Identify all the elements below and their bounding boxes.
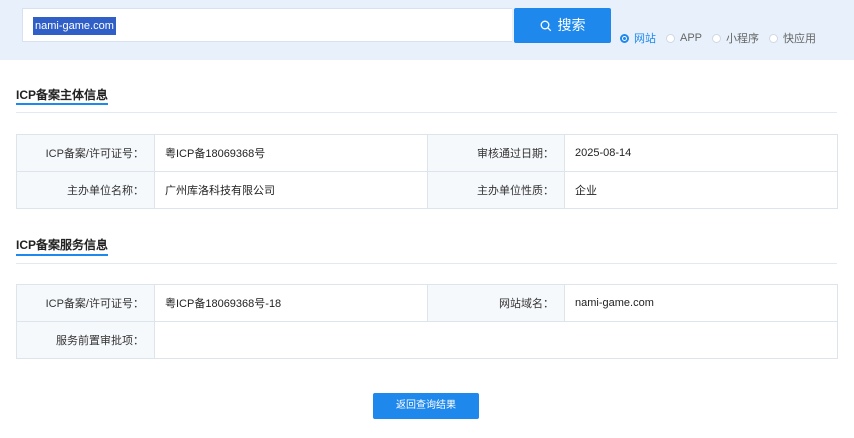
radio-dot (666, 33, 675, 43)
radio-label: 小程序 (726, 33, 760, 45)
radio-label: 网站 (634, 33, 656, 45)
search-input[interactable]: nami-game.com (22, 8, 512, 42)
section-title-main: ICP备案主体信息 (16, 88, 109, 102)
value-cell: nami-game.com (564, 284, 838, 322)
table-row: ICP备案/许可证号： 粤ICP备18069368号 审核通过日期： 2025-… (16, 134, 838, 172)
value-cell: 2025-08-14 (564, 134, 838, 172)
label-cell: ICP备案/许可证号： (16, 284, 155, 322)
table-row: 主办单位名称： 广州库洛科技有限公司 主办单位性质： 企业 (16, 171, 838, 209)
label-cell: ICP备案/许可证号： (16, 134, 155, 172)
label-cell: 服务前置审批项： (16, 321, 155, 359)
radio-quick-app[interactable]: 快应用 (769, 30, 816, 46)
radio-website[interactable]: 网站 (620, 30, 656, 46)
label-cell: 审核通过日期： (427, 134, 565, 172)
radio-mini-program[interactable]: 小程序 (712, 30, 759, 46)
section-title-service: ICP备案服务信息 (16, 238, 109, 252)
label-cell: 网站域名： (427, 284, 565, 322)
radio-label: APP (680, 32, 703, 44)
section-title-underline (16, 254, 108, 256)
section-title-underline (16, 103, 108, 105)
table-row: 服务前置审批项： (16, 321, 838, 359)
value-cell: 粤ICP备18069368号 (154, 134, 428, 172)
search-bar-area: nami-game.com 搜索 网站 APP 小程序 快应用 (0, 0, 854, 60)
search-icon (540, 20, 551, 31)
value-cell (154, 321, 838, 359)
table-row: ICP备案/许可证号： 粤ICP备18069368号-18 网站域名： nami… (16, 284, 838, 322)
section-divider (16, 112, 837, 113)
radio-app[interactable]: APP (666, 32, 702, 44)
radio-dot (769, 33, 779, 43)
label-cell: 主办单位名称： (16, 171, 155, 209)
search-input-value: nami-game.com (33, 17, 116, 35)
radio-dot (712, 33, 722, 43)
type-radio-group: 网站 APP 小程序 快应用 (620, 31, 816, 45)
search-button[interactable]: 搜索 (514, 8, 611, 43)
back-to-results-button[interactable]: 返回查询结果 (373, 393, 479, 419)
main-info-table: ICP备案/许可证号： 粤ICP备18069368号 审核通过日期： 2025-… (16, 134, 838, 209)
value-cell: 粤ICP备18069368号-18 (154, 284, 428, 322)
value-cell: 企业 (564, 171, 838, 209)
section-divider (16, 263, 837, 264)
radio-dot (620, 33, 629, 43)
service-info-table: ICP备案/许可证号： 粤ICP备18069368号-18 网站域名： nami… (16, 284, 838, 359)
label-cell: 主办单位性质： (427, 171, 565, 209)
value-cell: 广州库洛科技有限公司 (154, 171, 428, 209)
radio-label: 快应用 (783, 33, 817, 45)
search-button-label: 搜索 (557, 17, 586, 33)
